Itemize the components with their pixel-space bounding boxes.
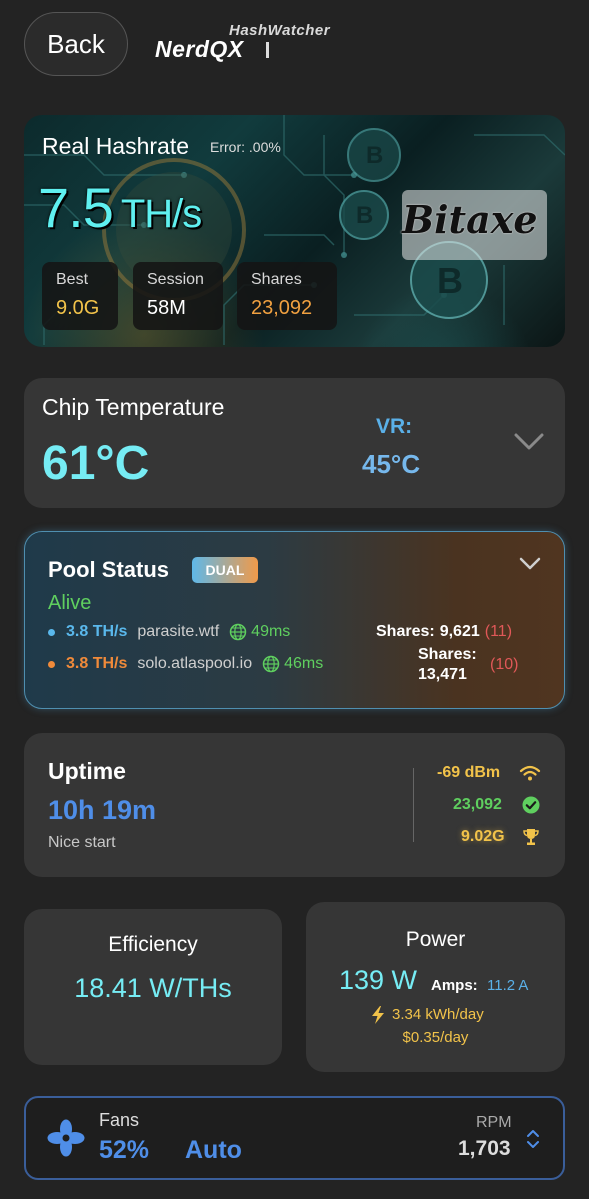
stat-value: 9.0G <box>56 297 100 319</box>
rejected-value: (11) <box>484 623 513 640</box>
stat-best: Best 9.0G <box>42 262 118 330</box>
trophy-icon <box>523 829 539 845</box>
accepted-shares: 23,092 <box>453 796 502 813</box>
pool-row: 3.8 TH/s parasite.wtf 49ms <box>48 623 290 641</box>
pool-row: 3.8 TH/s solo.atlaspool.io 46ms <box>48 655 323 673</box>
rejected-value: (10) <box>490 656 519 673</box>
hashrate-title: Real Hashrate <box>42 133 190 159</box>
amps-value: 11.2 A <box>487 977 529 994</box>
brand-subtitle: HashWatcher <box>229 22 331 39</box>
chevron-up-down-icon[interactable] <box>526 1128 540 1150</box>
cost-per-day: $0.35/day <box>402 1029 469 1046</box>
pool-hashrate: 3.8 TH/s <box>66 655 128 672</box>
wifi-icon <box>519 765 541 781</box>
pool-dot <box>48 628 55 636</box>
power-watts: 139 W <box>339 965 418 995</box>
uptime-note: Nice start <box>48 834 116 851</box>
rpm-value: 1,703 <box>458 1137 511 1160</box>
pool-status-text: Alive <box>48 592 92 614</box>
svg-text:B: B <box>356 202 373 229</box>
shares-label: Shares: <box>376 623 435 640</box>
efficiency-title: Efficiency <box>108 933 198 956</box>
bolt-icon <box>372 1006 384 1024</box>
stat-value: 58M <box>147 297 186 319</box>
hashrate-unit: TH/s <box>120 192 202 236</box>
pool-host: parasite.wtf <box>137 623 220 640</box>
efficiency-value: 18.41 W/THs <box>74 973 232 1003</box>
pool-dot <box>48 660 55 668</box>
stat-label: Session <box>147 271 204 288</box>
brand-divider <box>266 42 269 58</box>
back-button[interactable]: Back <box>24 12 128 76</box>
chevron-down-icon[interactable] <box>519 557 541 571</box>
brand-logo: NerdQX <box>155 36 244 62</box>
divider <box>413 768 414 842</box>
power-title: Power <box>405 928 466 951</box>
amps-label: Amps: <box>431 977 478 994</box>
shares-value: 9,621 <box>439 623 480 640</box>
pool-host: solo.atlaspool.io <box>137 655 253 672</box>
svg-text:B: B <box>437 260 463 301</box>
uptime-title: Uptime <box>48 758 126 784</box>
stat-shares: Shares 23,092 <box>237 262 337 330</box>
vr-value: 45°C <box>362 449 421 479</box>
stat-session: Session 58M <box>133 262 223 330</box>
pool-status-title: Pool Status <box>48 557 170 582</box>
dual-badge: DUAL <box>192 557 258 583</box>
stat-label: Shares <box>251 271 302 288</box>
uptime-value: 10h 19m <box>48 795 157 825</box>
fans-label: Fans <box>99 1110 140 1130</box>
pool-ping: 49ms <box>251 623 291 640</box>
fan-mode[interactable]: Auto <box>185 1136 242 1165</box>
shares-label: Shares: <box>418 646 477 663</box>
pool-ping: 46ms <box>284 655 324 672</box>
check-circle-icon <box>522 796 540 814</box>
hashrate-error: Error: .00% <box>210 139 281 155</box>
rpm-label: RPM <box>476 1114 512 1131</box>
fan-icon <box>47 1119 85 1157</box>
stat-label: Best <box>56 271 89 288</box>
pool-shares: Shares: 9,621 (11) <box>376 623 512 641</box>
globe-icon <box>229 623 247 641</box>
globe-icon <box>262 655 280 673</box>
hashrate-card: B B B Real Hashrate Error: .00% 7.5 TH/s … <box>24 115 565 347</box>
device-logo: Bitaxe <box>402 197 538 242</box>
chevron-down-icon[interactable] <box>514 433 544 451</box>
hashrate-value: 7.5 TH/s <box>38 175 202 240</box>
vr-label: VR: <box>376 415 413 438</box>
svg-text:B: B <box>366 142 383 169</box>
hashrate-number: 7.5 <box>38 176 114 239</box>
shares-value: 13,471 <box>418 666 467 683</box>
wifi-signal: -69 dBm <box>437 764 501 781</box>
stat-value: 23,092 <box>251 297 313 319</box>
energy-per-day: 3.34 kWh/day <box>392 1006 484 1023</box>
best-difficulty: 9.02G <box>461 828 505 845</box>
chip-temp-value: 61°C <box>42 437 150 490</box>
chip-temp-title: Chip Temperature <box>42 394 225 420</box>
pool-hashrate: 3.8 TH/s <box>66 623 128 640</box>
fan-percent: 52% <box>99 1136 150 1164</box>
